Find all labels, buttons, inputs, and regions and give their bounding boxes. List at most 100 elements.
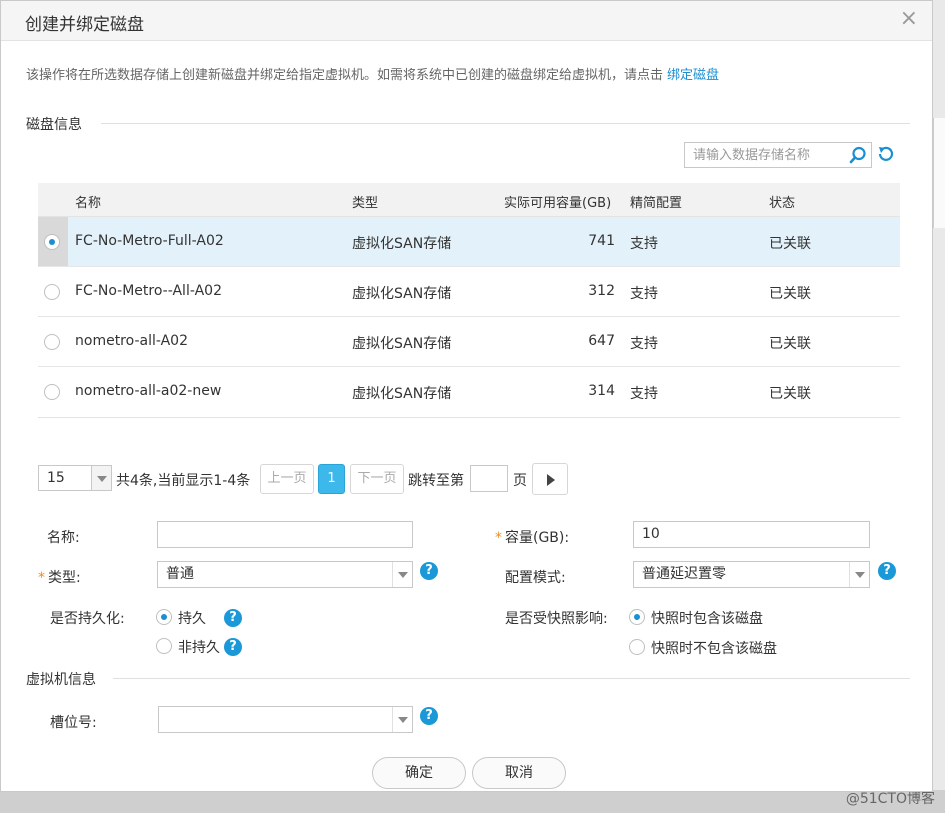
cell-capacity: 741 <box>588 233 615 249</box>
persist-label: 是否持久化: <box>50 611 125 627</box>
close-icon[interactable]: × <box>900 7 918 31</box>
search-icon[interactable] <box>849 146 867 164</box>
header-capacity: 实际可用容量(GB) <box>504 196 612 211</box>
disk-info-section-title: 磁盘信息 <box>26 114 96 134</box>
cell-type: 虚拟化SAN存储 <box>352 236 452 252</box>
chevron-down-icon[interactable] <box>392 562 412 587</box>
help-icon[interactable]: ? <box>878 562 896 580</box>
required-mark: * <box>38 570 45 586</box>
next-page-button[interactable]: 下一页 <box>350 464 404 494</box>
cell-name: nometro-all-A02 <box>75 333 188 349</box>
ok-button[interactable]: 确定 <box>372 757 466 789</box>
section-divider <box>113 678 910 679</box>
table-row[interactable]: nometro-all-A02 虚拟化SAN存储 647 支持 已关联 <box>38 317 900 367</box>
help-icon[interactable]: ? <box>224 609 242 627</box>
cell-thin: 支持 <box>630 236 658 252</box>
cell-name: nometro-all-a02-new <box>75 383 222 399</box>
dialog-header: 创建并绑定磁盘 × <box>1 1 932 41</box>
page-summary: 共4条,当前显示1-4条 <box>116 473 251 489</box>
create-bind-disk-dialog: 创建并绑定磁盘 × 该操作将在所选数据存储上创建新磁盘并绑定给指定虚拟机。如需将… <box>0 0 933 792</box>
capacity-label: * 容量(GB): <box>495 527 569 547</box>
cell-capacity: 647 <box>588 333 615 349</box>
non-persist-option-label: 非持久 <box>178 640 220 656</box>
cell-status: 已关联 <box>769 236 811 252</box>
snapshot-exclude-radio[interactable] <box>629 639 645 655</box>
header-thin: 精简配置 <box>630 196 683 211</box>
name-input[interactable] <box>157 521 413 548</box>
type-label: * 类型: <box>38 567 81 587</box>
jump-page-input[interactable] <box>470 465 508 492</box>
background-footer <box>0 790 945 813</box>
jump-label: 跳转至第 <box>408 473 464 489</box>
help-icon[interactable]: ? <box>420 562 438 580</box>
help-icon[interactable]: ? <box>224 638 242 656</box>
cell-name: FC-No-Metro--All-A02 <box>75 283 222 299</box>
cell-thin: 支持 <box>630 286 658 302</box>
cell-thin: 支持 <box>630 386 658 402</box>
chevron-down-icon[interactable] <box>849 562 869 587</box>
non-persist-radio[interactable] <box>156 638 172 654</box>
name-label: 名称: <box>47 530 80 546</box>
bind-disk-link[interactable]: 绑定磁盘 <box>667 68 719 83</box>
prev-page-button[interactable]: 上一页 <box>260 464 314 494</box>
capacity-input[interactable]: 10 <box>633 521 870 548</box>
row-radio[interactable] <box>44 334 60 350</box>
cell-status: 已关联 <box>769 336 811 352</box>
table-row[interactable]: nometro-all-a02-new 虚拟化SAN存储 314 支持 已关联 <box>38 367 900 417</box>
snapshot-exclude-label: 快照时不包含该磁盘 <box>651 641 777 657</box>
row-radio[interactable] <box>44 284 60 300</box>
mode-select[interactable]: 普通延迟置零 <box>633 561 870 588</box>
cell-name: FC-No-Metro-Full-A02 <box>75 233 224 249</box>
page-size-select[interactable]: 15 <box>38 465 112 491</box>
section-divider <box>101 123 910 124</box>
cell-status: 已关联 <box>769 386 811 402</box>
header-status: 状态 <box>769 196 796 211</box>
pagination: 15 共4条,当前显示1-4条 上一页 1 下一页 跳转至第 页 <box>38 463 578 495</box>
chevron-down-icon[interactable] <box>392 707 412 732</box>
datastore-search[interactable] <box>684 142 872 168</box>
chevron-down-icon[interactable] <box>91 466 111 490</box>
table-header: 名称 类型 实际可用容量(GB) 精简配置 状态 <box>38 183 900 217</box>
cell-type: 虚拟化SAN存储 <box>352 286 452 302</box>
page-1-button[interactable]: 1 <box>318 464 345 494</box>
cell-capacity: 312 <box>588 283 615 299</box>
table-row[interactable]: FC-No-Metro-Full-A02 虚拟化SAN存储 741 支持 已关联 <box>38 217 900 267</box>
cell-capacity: 314 <box>588 383 615 399</box>
row-radio[interactable] <box>44 234 60 250</box>
capacity-label-text: 容量(GB): <box>505 530 570 546</box>
type-label-text: 类型: <box>48 570 81 586</box>
snapshot-include-label: 快照时包含该磁盘 <box>651 611 763 627</box>
persist-radio[interactable] <box>156 609 172 625</box>
page-unit-label: 页 <box>513 473 527 489</box>
snapshot-include-radio[interactable] <box>629 609 645 625</box>
dialog-title: 创建并绑定磁盘 <box>25 15 144 35</box>
type-value: 普通 <box>166 566 194 582</box>
mode-value: 普通延迟置零 <box>642 566 726 582</box>
slot-value <box>159 711 167 727</box>
table-row[interactable]: FC-No-Metro--All-A02 虚拟化SAN存储 312 支持 已关联 <box>38 267 900 317</box>
persist-option-label: 持久 <box>178 611 206 627</box>
mode-label: 配置模式: <box>505 570 566 586</box>
notice-text: 该操作将在所选数据存储上创建新磁盘并绑定给指定虚拟机。如需将系统中已创建的磁盘绑… <box>26 68 664 83</box>
search-input[interactable] <box>685 143 845 167</box>
snapshot-label: 是否受快照影响: <box>505 611 608 627</box>
refresh-icon[interactable] <box>876 144 896 164</box>
slot-select[interactable] <box>158 706 413 733</box>
dialog-notice: 该操作将在所选数据存储上创建新磁盘并绑定给指定虚拟机。如需将系统中已创建的磁盘绑… <box>26 64 719 83</box>
cell-type: 虚拟化SAN存储 <box>352 386 452 402</box>
go-page-button[interactable] <box>532 463 568 495</box>
row-radio[interactable] <box>44 384 60 400</box>
cancel-button[interactable]: 取消 <box>472 757 566 789</box>
type-select[interactable]: 普通 <box>157 561 413 588</box>
page-size-value: 15 <box>47 470 65 486</box>
header-name: 名称 <box>75 196 102 211</box>
vm-info-section-title: 虚拟机信息 <box>26 669 110 689</box>
slot-label: 槽位号: <box>50 715 97 731</box>
background-panel <box>933 118 945 228</box>
cell-status: 已关联 <box>769 286 811 302</box>
header-type: 类型 <box>352 196 379 211</box>
help-icon[interactable]: ? <box>420 707 438 725</box>
cell-thin: 支持 <box>630 336 658 352</box>
cell-type: 虚拟化SAN存储 <box>352 336 452 352</box>
required-mark: * <box>495 530 502 546</box>
